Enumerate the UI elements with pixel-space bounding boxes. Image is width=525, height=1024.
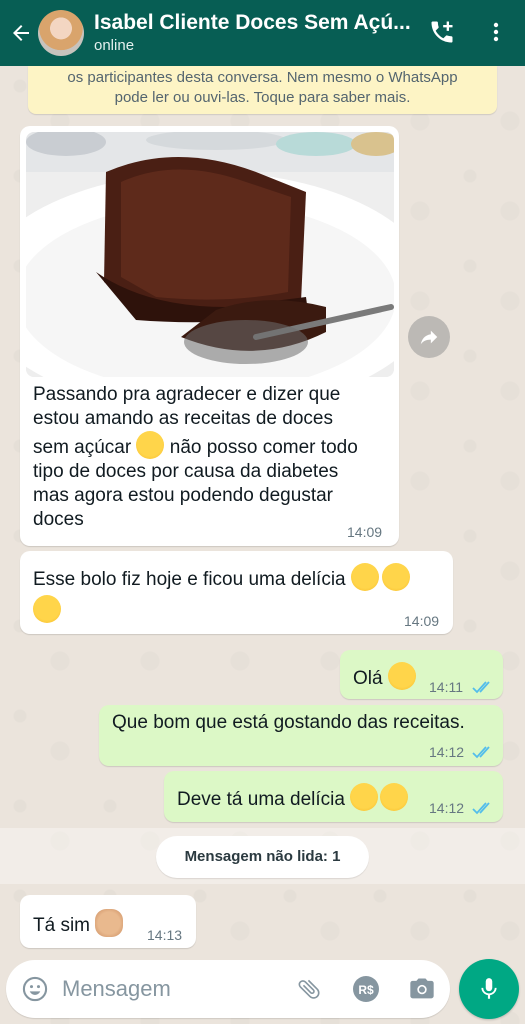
read-ticks-icon — [472, 746, 490, 759]
message-text: Esse bolo fiz hoje e ficou uma delícia — [33, 569, 346, 590]
notice-line-2: pode ler ou ouvi-las. Toque para saber m… — [114, 89, 411, 106]
message-time: 14:13 — [147, 927, 183, 943]
message-time: 14:09 — [347, 524, 383, 540]
notice-line-1: os participantes desta conversa. Nem mes… — [67, 69, 458, 86]
more-vert-icon — [493, 22, 499, 42]
voice-message-button[interactable] — [459, 959, 519, 1019]
message-text: Deve tá uma delícia — [177, 789, 345, 810]
message-text: Olá — [353, 668, 383, 689]
read-ticks-icon — [472, 802, 490, 815]
message-time: 14:12 — [429, 800, 465, 816]
chat-header: Isabel Cliente Doces Sem Açú... online — [0, 0, 525, 66]
message-text: Que bom que está gostando das receitas. — [112, 712, 465, 733]
message-composer: R$ — [6, 960, 450, 1018]
back-button[interactable] — [4, 0, 38, 66]
camera-button[interactable] — [407, 974, 437, 1004]
message-time: 14:09 — [404, 613, 440, 629]
rs-currency-icon: R$ — [353, 976, 379, 1002]
raising-hands-emoji — [95, 909, 124, 937]
message-time: 14:12 — [429, 744, 465, 760]
paperclip-icon — [298, 979, 320, 999]
chocolate-cake-image — [26, 132, 394, 377]
message-text: Passando pra agradecer e dizer que estou… — [33, 384, 358, 530]
payment-button[interactable]: R$ — [351, 974, 381, 1004]
add-call-icon — [431, 21, 453, 43]
message-bubble-outgoing[interactable]: Olá 14:11 — [340, 650, 503, 699]
yum-face-emoji — [350, 783, 379, 811]
kissing-face-emoji — [33, 595, 61, 623]
emoji-icon — [22, 976, 48, 1002]
add-call-button[interactable] — [424, 14, 460, 50]
cake-photo[interactable] — [26, 132, 394, 377]
arrow-left-icon — [13, 25, 29, 41]
forward-icon — [420, 330, 438, 345]
message-text: Tá sim — [33, 915, 90, 936]
message-bubble-outgoing[interactable]: Deve tá uma delícia 14:12 — [164, 771, 503, 822]
mic-icon — [481, 978, 497, 999]
unread-messages-label: Mensagem não lida: 1 — [156, 836, 369, 878]
yum-face-emoji — [380, 783, 409, 811]
star-struck-emoji — [387, 662, 416, 690]
kissing-face-emoji — [350, 563, 379, 591]
kissing-face-emoji — [381, 563, 410, 591]
menu-button[interactable] — [478, 14, 514, 50]
contact-name: Isabel Cliente Doces Sem Açú... — [94, 11, 411, 34]
encryption-notice[interactable]: os participantes desta conversa. Nem mes… — [28, 66, 497, 114]
forward-button[interactable] — [408, 316, 450, 358]
message-bubble-outgoing[interactable]: Que bom que está gostando das receitas. … — [99, 705, 503, 766]
message-bubble-incoming[interactable]: Tá sim 14:13 — [20, 895, 196, 948]
message-bubble-incoming[interactable]: Esse bolo fiz hoje e ficou uma delícia 1… — [20, 551, 453, 634]
contact-info[interactable]: Isabel Cliente Doces Sem Açú... online — [94, 10, 414, 56]
contact-status: online — [94, 37, 135, 54]
svg-text:R$: R$ — [358, 983, 374, 997]
camera-icon — [410, 978, 434, 999]
avatar[interactable] — [38, 10, 84, 56]
message-time: 14:11 — [429, 679, 463, 695]
emoji-button[interactable] — [20, 974, 50, 1004]
smiling-face-emoji — [136, 431, 165, 459]
attach-button[interactable] — [294, 974, 324, 1004]
message-input[interactable] — [62, 972, 282, 1006]
read-ticks-icon — [472, 681, 490, 694]
